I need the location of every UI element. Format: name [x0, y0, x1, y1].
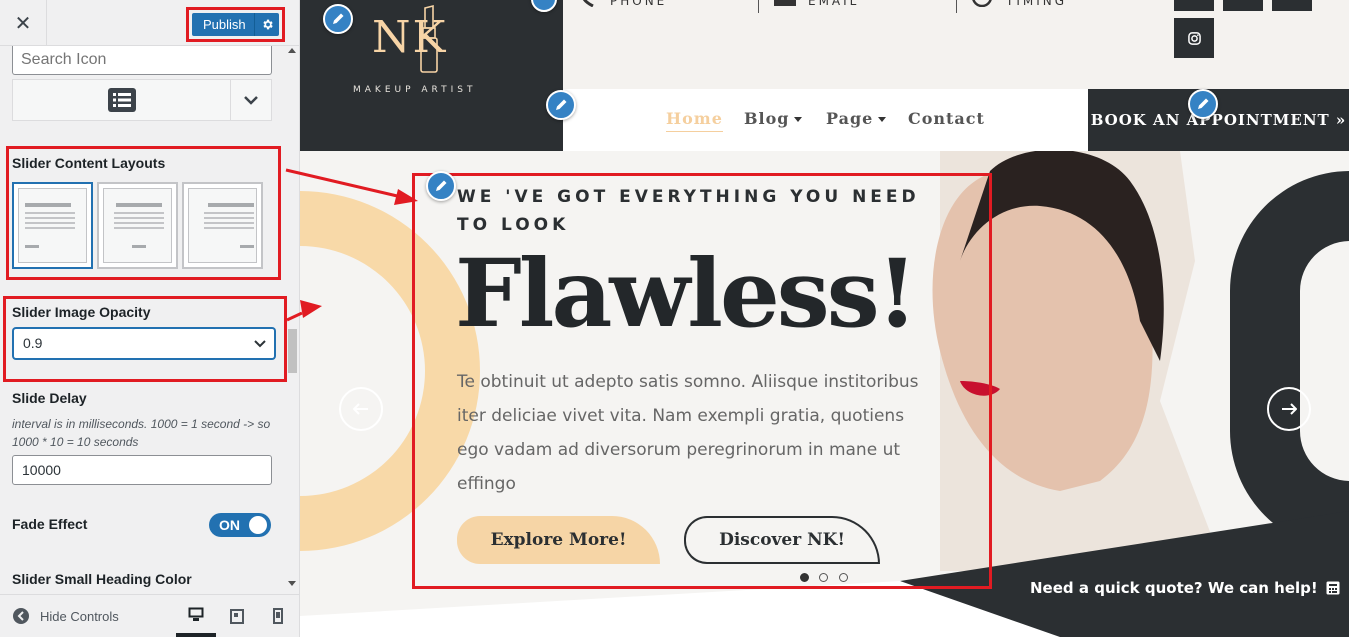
annotation-arrows — [285, 168, 418, 322]
app-root: ✕ Publish Search Icon Slider Content Lay… — [0, 0, 1349, 637]
